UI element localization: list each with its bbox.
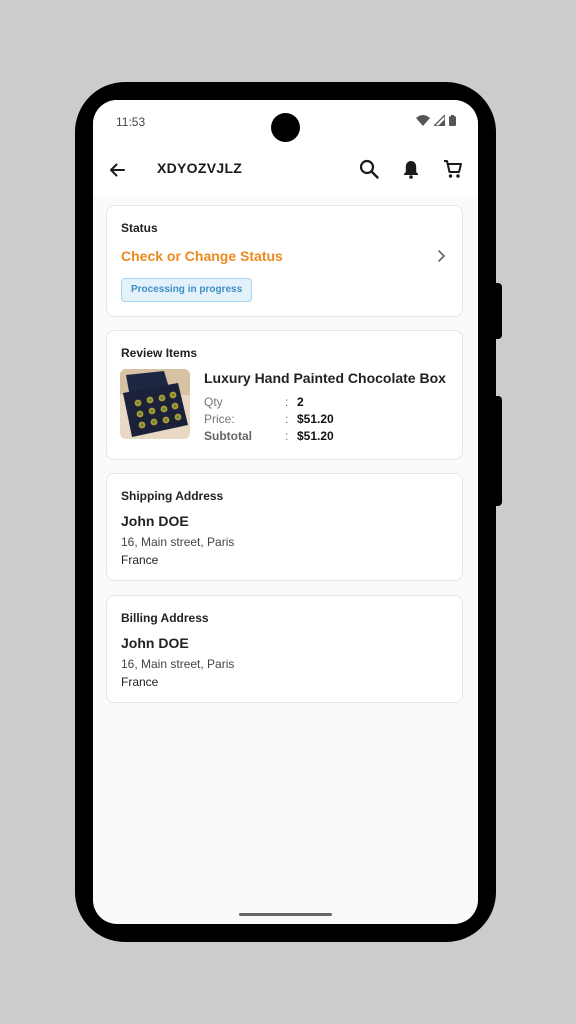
screen: 11:53 XDYOZVJLZ Status Check or Change S… (93, 100, 478, 924)
billing-address-card: Billing Address John DOE 16, Main street… (106, 595, 463, 703)
status-bar: 11:53 (93, 100, 478, 144)
qty-value: 2 (297, 395, 304, 409)
page-title: XDYOZVJLZ (157, 160, 243, 176)
review-items-label: Review Items (121, 346, 198, 360)
shipping-name: John DOE (121, 513, 189, 529)
status-icons (416, 115, 456, 126)
bell-icon[interactable] (400, 158, 422, 180)
power-button (494, 283, 502, 339)
status-label: Status (121, 221, 158, 235)
subtotal-value: $51.20 (297, 429, 334, 443)
price-separator: : (285, 412, 289, 426)
qty-separator: : (285, 395, 289, 409)
billing-country: France (121, 675, 159, 689)
shipping-address-label: Shipping Address (121, 489, 224, 503)
billing-address-label: Billing Address (121, 611, 209, 625)
app-bar: XDYOZVJLZ (93, 144, 478, 196)
appbar-actions (358, 158, 464, 180)
price-label: Price: (204, 412, 235, 426)
wifi-icon (416, 115, 430, 126)
cart-icon[interactable] (442, 158, 464, 180)
status-badge: Processing in progress (121, 278, 253, 302)
status-card: Status Check or Change Status Processing… (106, 205, 463, 317)
home-indicator[interactable] (239, 913, 332, 916)
signal-icon (434, 115, 445, 126)
shipping-country: France (121, 553, 159, 567)
back-arrow-icon[interactable] (107, 160, 127, 180)
subtotal-separator: : (285, 429, 289, 443)
price-value: $51.20 (297, 412, 334, 426)
product-name[interactable]: Luxury Hand Painted Chocolate Box (204, 370, 446, 386)
shipping-street: 16, Main street, Paris (121, 535, 235, 549)
chevron-right-icon[interactable] (434, 249, 448, 263)
review-items-card: Review Items Luxury Hand Painted Chocola… (106, 330, 463, 460)
status-time: 11:53 (116, 115, 146, 129)
battery-icon (449, 115, 456, 126)
product-image[interactable] (120, 369, 190, 439)
search-icon[interactable] (358, 158, 380, 180)
change-status-link[interactable]: Check or Change Status (121, 248, 283, 264)
qty-label: Qty (204, 395, 223, 409)
billing-name: John DOE (121, 635, 189, 651)
billing-street: 16, Main street, Paris (121, 657, 235, 671)
front-camera (271, 113, 300, 142)
shipping-address-card: Shipping Address John DOE 16, Main stree… (106, 473, 463, 581)
volume-button (494, 396, 502, 506)
subtotal-label: Subtotal (204, 429, 252, 443)
